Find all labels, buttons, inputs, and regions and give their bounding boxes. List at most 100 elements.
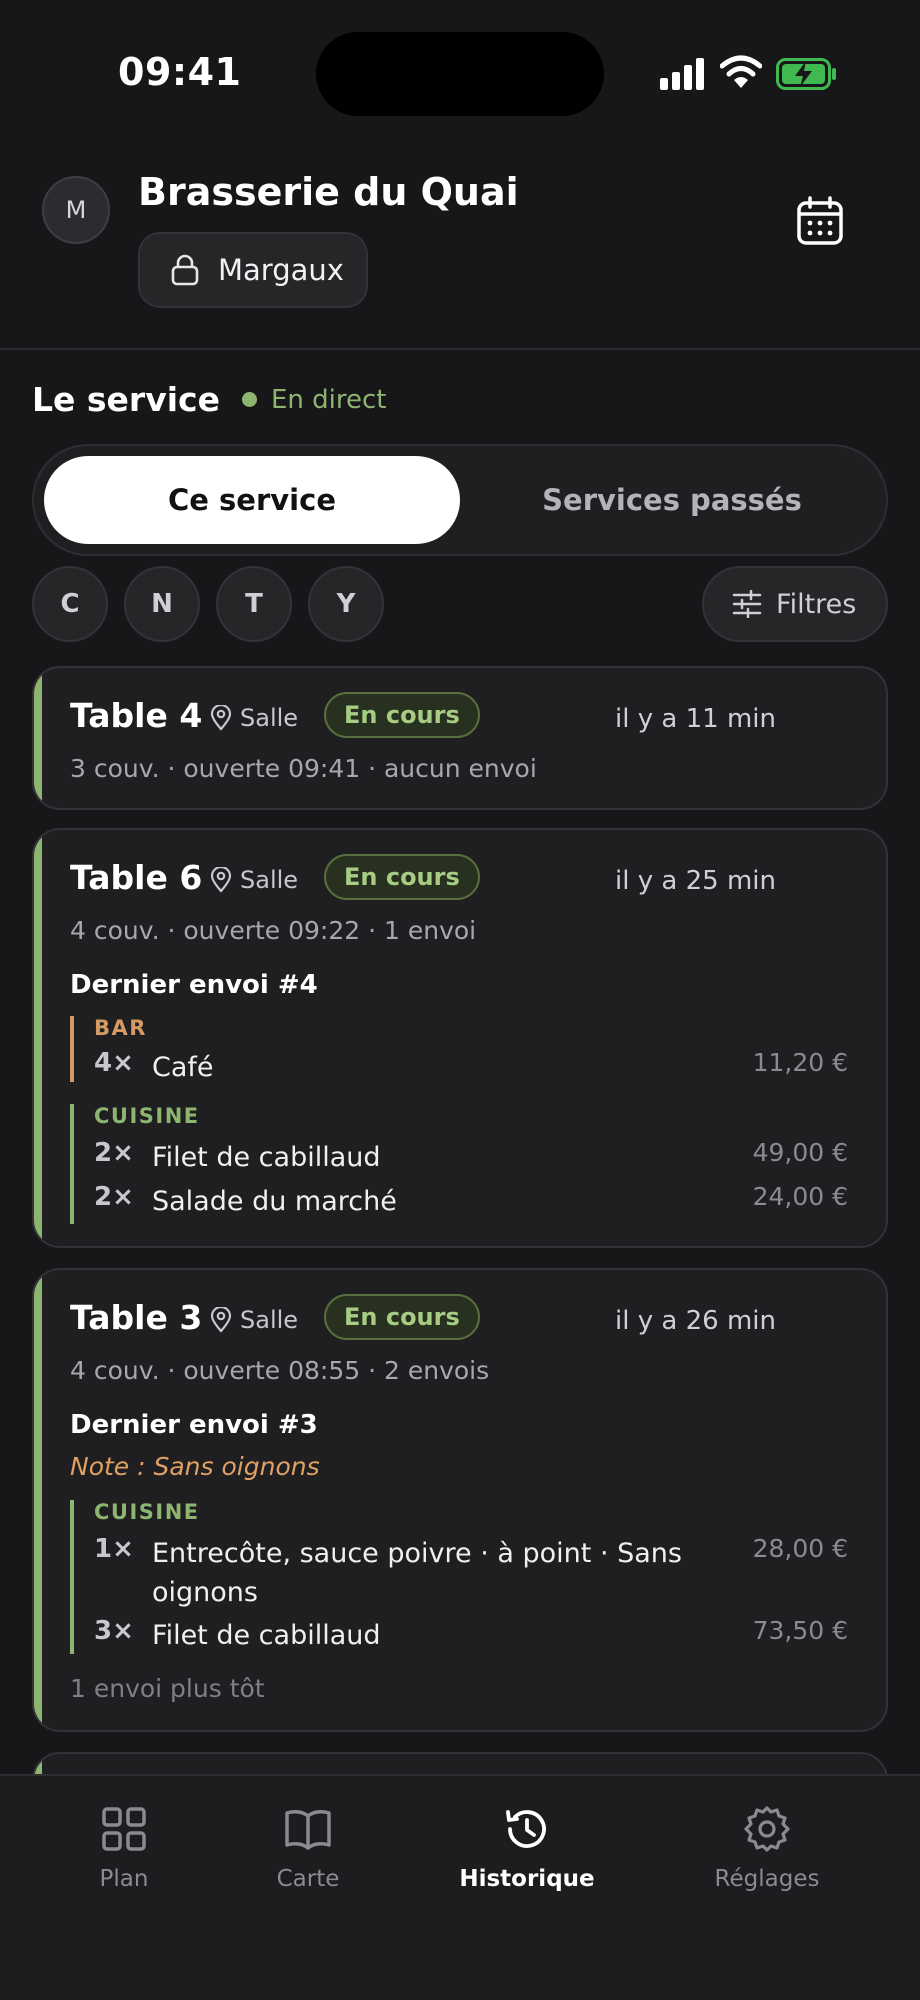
- nav-item-plan[interactable]: Plan: [24, 1804, 224, 1904]
- nav-label: Carte: [276, 1866, 340, 1892]
- service-heading: Le service En direct: [32, 380, 386, 419]
- live-dot-icon: [241, 392, 257, 407]
- calendar-icon[interactable]: [796, 196, 844, 246]
- card-status-accent: [34, 668, 42, 808]
- nav-item-historique[interactable]: Historique: [427, 1804, 627, 1904]
- location-pin-icon: [210, 1307, 232, 1333]
- lock-icon: [171, 254, 199, 286]
- list-item: 1× Entrecôte, sauce poivre · à point · S…: [94, 1534, 870, 1614]
- restaurant-name: Brasserie du Quai: [138, 170, 519, 214]
- item-quantity: 2×: [94, 1182, 134, 1212]
- nav-label: Plan: [99, 1866, 149, 1892]
- time-ago: il y a 11 min: [615, 704, 776, 734]
- filter-chip-c[interactable]: C: [32, 566, 108, 642]
- table-location: Salle: [210, 866, 298, 894]
- time-ago: il y a 26 min: [615, 1306, 776, 1336]
- status-badge: En cours: [324, 692, 480, 738]
- item-price: 11,20 €: [752, 1048, 848, 1077]
- item-quantity: 1×: [94, 1534, 134, 1564]
- history-icon: [506, 1810, 546, 1848]
- filter-chip-t[interactable]: T: [216, 566, 292, 642]
- item-name: Filet de cabillaud: [152, 1142, 381, 1173]
- item-name: Salade du marché: [152, 1186, 397, 1217]
- dispatch-title: Dernier envoi #3: [70, 1410, 318, 1440]
- earlier-dispatches-link[interactable]: 1 envoi plus tôt: [70, 1674, 265, 1703]
- card-status-accent: [34, 1270, 42, 1730]
- filter-chip-n[interactable]: N: [124, 566, 200, 642]
- table-location: Salle: [210, 704, 298, 732]
- item-price: 49,00 €: [752, 1138, 848, 1167]
- table-name: Table 3: [70, 1298, 203, 1337]
- station-accent: [70, 1500, 74, 1654]
- location-pin-icon: [210, 867, 232, 893]
- location-label: Salle: [240, 704, 299, 732]
- filter-chip-y[interactable]: Y: [308, 566, 384, 642]
- bottom-navigation: Plan Carte Historique Réglages: [0, 1774, 920, 2000]
- item-price: 24,00 €: [752, 1182, 848, 1211]
- book-icon: [285, 1810, 331, 1850]
- dynamic-island: [316, 32, 604, 116]
- sliders-icon: [732, 590, 762, 618]
- live-label: En direct: [270, 384, 387, 415]
- app-header: M Brasserie du Quai Margaux: [0, 140, 920, 350]
- time-ago: il y a 25 min: [615, 866, 776, 896]
- filters-label: Filtres: [776, 588, 857, 620]
- location-pin-icon: [210, 705, 232, 731]
- item-name: Entrecôte, sauce poivre · à point · Sans…: [152, 1538, 682, 1608]
- item-price: 73,50 €: [752, 1616, 848, 1645]
- table-name: Table 4: [70, 696, 203, 735]
- service-title: Le service: [32, 380, 220, 419]
- nav-item-reglages[interactable]: Réglages: [667, 1804, 867, 1904]
- status-time: 09:41: [118, 50, 242, 94]
- station-kitchen-section: CUISINE 1× Entrecôte, sauce poivre · à p…: [70, 1500, 870, 1654]
- table-card[interactable]: Table 6 Salle En cours il y a 25 min 4 c…: [32, 828, 888, 1248]
- station-label: BAR: [94, 1016, 147, 1040]
- station-accent: [70, 1104, 74, 1224]
- list-item: 2× Salade du marché 24,00 €: [94, 1182, 870, 1222]
- tab-past-services[interactable]: Services passés: [464, 456, 880, 544]
- avatar[interactable]: M: [42, 176, 110, 244]
- item-price: 28,00 €: [752, 1534, 848, 1563]
- user-name: Margaux: [218, 253, 344, 287]
- station-kitchen-section: CUISINE 2× Filet de cabillaud 49,00 € 2×…: [70, 1104, 870, 1224]
- card-status-accent: [34, 830, 42, 1246]
- cellular-signal-icon: [660, 58, 704, 90]
- user-lock-chip[interactable]: Margaux: [138, 232, 368, 308]
- table-card[interactable]: Table 4 Salle En cours il y a 11 min 3 c…: [32, 666, 888, 810]
- service-tabs: Ce service Services passés: [32, 444, 888, 556]
- station-accent: [70, 1016, 74, 1082]
- item-name: Café: [152, 1052, 214, 1083]
- tab-current-service[interactable]: Ce service: [44, 456, 460, 544]
- list-item: 4× Café 11,20 €: [94, 1048, 870, 1088]
- item-quantity: 2×: [94, 1138, 134, 1168]
- table-location: Salle: [210, 1306, 298, 1334]
- table-meta: 4 couv. · ouverte 09:22 · 1 envoi: [70, 916, 477, 945]
- station-label: CUISINE: [94, 1500, 200, 1524]
- list-item: 3× Filet de cabillaud 73,50 €: [94, 1616, 870, 1656]
- station-bar-section: BAR 4× Café 11,20 €: [70, 1016, 870, 1083]
- station-label: CUISINE: [94, 1104, 200, 1128]
- item-quantity: 4×: [94, 1048, 134, 1078]
- wifi-icon: [720, 55, 762, 88]
- filters-button[interactable]: Filtres: [702, 566, 888, 642]
- location-label: Salle: [240, 866, 299, 894]
- dispatch-title: Dernier envoi #4: [70, 970, 318, 1000]
- table-card[interactable]: Table 3 Salle En cours il y a 26 min 4 c…: [32, 1268, 888, 1732]
- table-meta: 3 couv. · ouverte 09:41 · aucun envoi: [70, 754, 537, 783]
- dispatch-note: Note : Sans oignons: [70, 1452, 320, 1481]
- list-item: 2× Filet de cabillaud 49,00 €: [94, 1138, 870, 1178]
- nav-label: Historique: [459, 1866, 595, 1892]
- nav-item-carte[interactable]: Carte: [208, 1804, 408, 1904]
- grid-icon: [102, 1807, 146, 1851]
- location-label: Salle: [240, 1306, 299, 1334]
- gear-icon: [744, 1806, 790, 1852]
- item-name: Filet de cabillaud: [152, 1620, 381, 1651]
- table-name: Table 6: [70, 858, 203, 897]
- table-meta: 4 couv. · ouverte 08:55 · 2 envois: [70, 1356, 490, 1385]
- status-badge: En cours: [324, 1294, 480, 1340]
- status-bar: 09:41: [0, 0, 920, 140]
- nav-label: Réglages: [714, 1866, 820, 1892]
- item-quantity: 3×: [94, 1616, 134, 1646]
- status-badge: En cours: [324, 854, 480, 900]
- battery-charging-icon: [776, 58, 836, 90]
